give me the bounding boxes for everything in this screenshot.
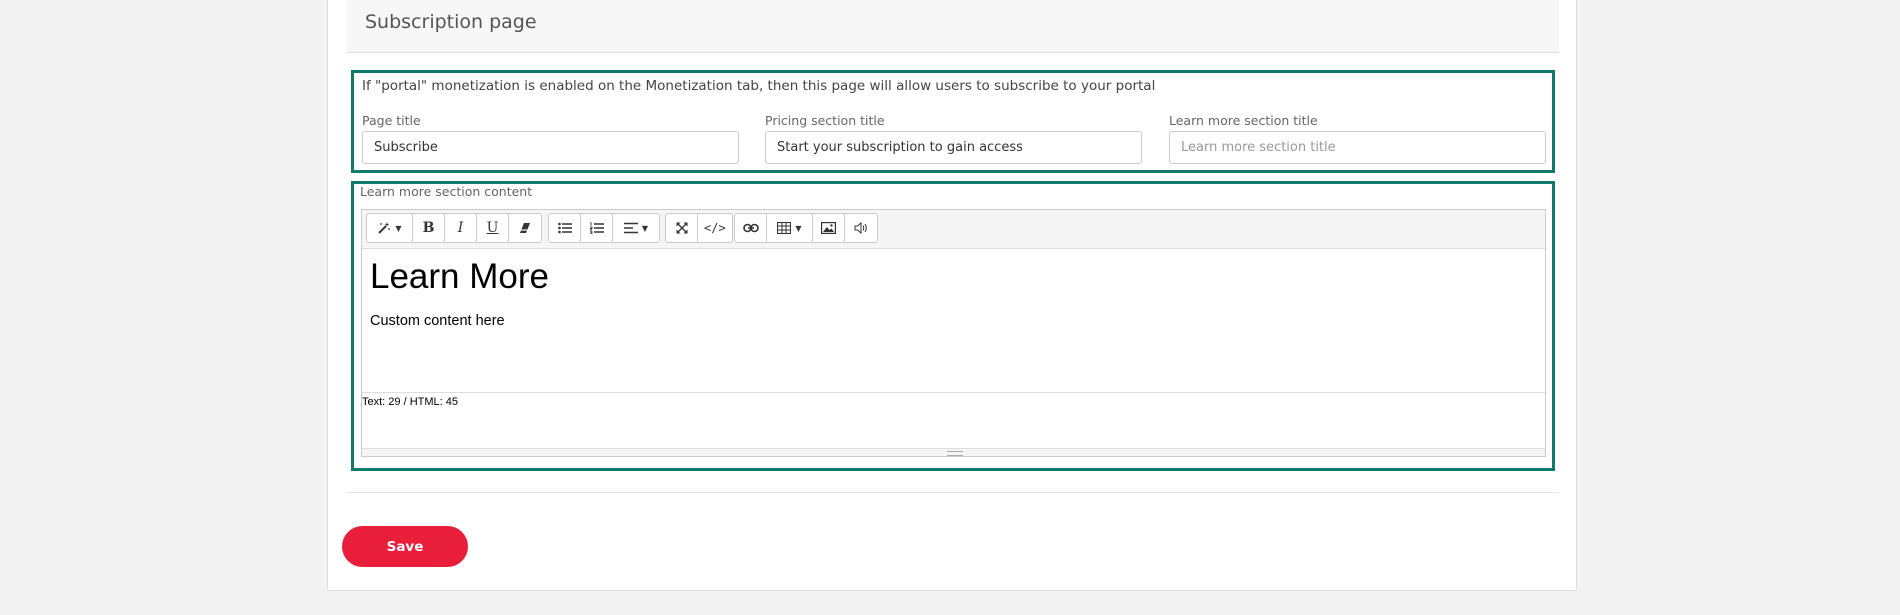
image-icon[interactable] bbox=[813, 214, 845, 242]
insert-group: ▼ bbox=[734, 213, 878, 243]
table-icon[interactable]: ▼ bbox=[767, 214, 813, 242]
subscription-card: Subscription page If "portal" monetizati… bbox=[327, 0, 1577, 591]
section-header: Subscription page bbox=[347, 0, 1559, 53]
bold-icon[interactable]: B bbox=[413, 214, 445, 242]
editor-content-area[interactable]: Learn More Custom content here bbox=[362, 249, 1545, 335]
editor-resize-handle[interactable] bbox=[362, 448, 1545, 456]
content-paragraph: Custom content here bbox=[370, 313, 505, 329]
section-title: Subscription page bbox=[365, 11, 537, 33]
style-group: ▼ B I U bbox=[366, 213, 542, 243]
save-button[interactable]: Save bbox=[342, 526, 468, 567]
underline-icon[interactable]: U bbox=[477, 214, 509, 242]
unordered-list-icon[interactable] bbox=[549, 214, 581, 242]
learn-more-content-group: Learn more section content ▼ B I U ▼ </>… bbox=[351, 181, 1555, 471]
rich-text-editor: ▼ B I U ▼ </> ▼ Learn More Custom conten… bbox=[361, 209, 1546, 457]
fullscreen-icon[interactable] bbox=[666, 214, 698, 242]
ordered-list-icon[interactable] bbox=[581, 214, 613, 242]
link-icon[interactable] bbox=[735, 214, 767, 242]
align-icon[interactable]: ▼ bbox=[613, 214, 659, 242]
italic-icon[interactable]: I bbox=[445, 214, 477, 242]
audio-icon[interactable] bbox=[845, 214, 877, 242]
magic-wand-icon[interactable]: ▼ bbox=[367, 214, 413, 242]
page-title-label: Page title bbox=[362, 113, 421, 128]
content-heading: Learn More bbox=[370, 257, 549, 296]
grip-icon bbox=[947, 451, 963, 456]
learn-more-title-input[interactable] bbox=[1169, 131, 1546, 164]
form-divider bbox=[347, 492, 1559, 493]
learn-more-title-label: Learn more section title bbox=[1169, 113, 1318, 128]
eraser-icon[interactable] bbox=[509, 214, 541, 242]
pricing-title-field-group: Pricing section title bbox=[765, 113, 1142, 164]
monetization-description: If "portal" monetization is enabled on t… bbox=[362, 78, 1156, 94]
page-title-field-group: Page title bbox=[362, 113, 739, 164]
code-view-icon[interactable]: </> bbox=[698, 214, 732, 242]
view-group: </> bbox=[665, 213, 733, 243]
page-settings-group: If "portal" monetization is enabled on t… bbox=[351, 70, 1555, 173]
editor-toolbar: ▼ B I U ▼ </> ▼ bbox=[362, 210, 1545, 249]
pricing-title-label: Pricing section title bbox=[765, 113, 885, 128]
learn-more-title-field-group: Learn more section title bbox=[1169, 113, 1546, 164]
learn-more-content-label: Learn more section content bbox=[360, 184, 533, 199]
pricing-title-input[interactable] bbox=[765, 131, 1142, 164]
list-group: ▼ bbox=[548, 213, 660, 243]
editor-status-bar: Text: 29 / HTML: 45 bbox=[362, 392, 1545, 410]
page-title-input[interactable] bbox=[362, 131, 739, 164]
